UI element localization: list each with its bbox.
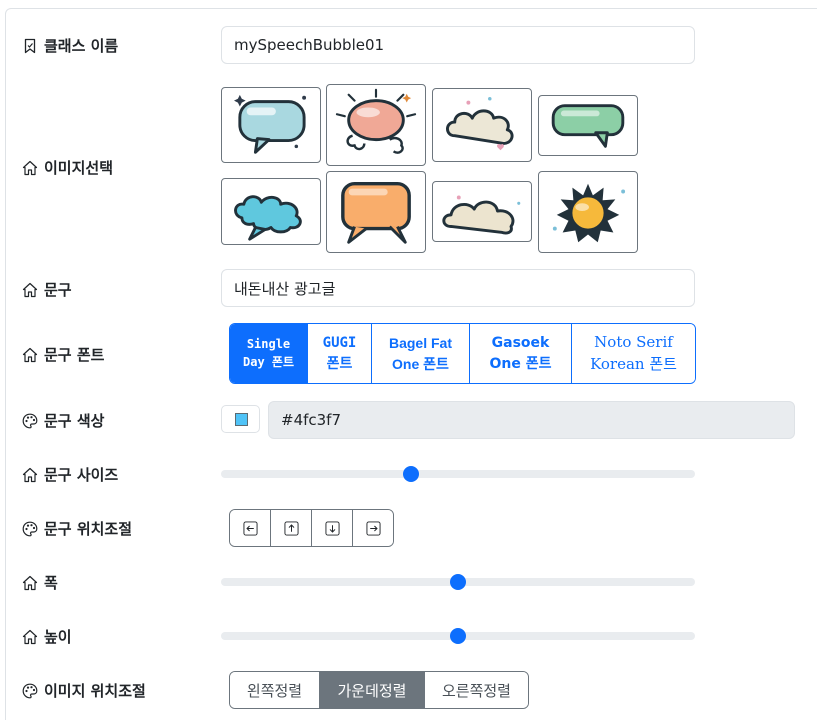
phrase-position-label: 문구 위치조절 [22, 518, 132, 539]
phrase-font-label-text: 문구 폰트 [44, 346, 105, 364]
arrow-up-icon [284, 521, 299, 536]
align-right-label: 오른쪽정렬 [441, 681, 511, 700]
arrow-left-icon [243, 521, 258, 536]
house-icon [22, 575, 38, 591]
bubble-option-2[interactable] [326, 84, 426, 166]
align-right-button[interactable]: 오른쪽정렬 [424, 672, 528, 708]
font-option-single-day[interactable]: Single Day 폰트 [230, 324, 307, 383]
arrow-right-icon [366, 521, 381, 536]
house-icon [22, 629, 38, 645]
bubble-cream-cloud-image [446, 96, 514, 151]
width-label-text: 폭 [44, 574, 58, 592]
phrase-size-label: 문구 사이즈 [22, 464, 118, 485]
align-center-button[interactable]: 가운데정렬 [319, 672, 424, 708]
font-option-line2: Day 폰트 [243, 354, 294, 369]
bubble-yellow-burst-image [552, 183, 626, 243]
class-name-label-text: 클래스 이름 [44, 37, 119, 55]
color-hex-field: #4fc3f7 [268, 401, 795, 439]
palette-icon [22, 683, 38, 699]
image-select-label-text: 이미지선택 [44, 159, 114, 177]
bubble-orange-rect-image [341, 182, 411, 244]
height-slider[interactable] [221, 628, 695, 644]
bubble-option-6[interactable] [326, 171, 426, 253]
bookmark-icon [22, 38, 38, 54]
image-position-label-text: 이미지 위치조절 [44, 682, 146, 700]
bubble-pink-burst-image [335, 88, 417, 154]
phrase-color-label-text: 문구 색상 [44, 412, 105, 430]
font-option-gugi[interactable]: GUGI 폰트 [307, 324, 371, 383]
palette-icon [22, 521, 38, 537]
font-option-line1: Single [246, 337, 291, 352]
font-option-line1: GUGI [322, 335, 357, 352]
font-option-bagel-fat-one[interactable]: Bagel Fat One 폰트 [371, 324, 469, 383]
image-align-button-group: 왼쪽정렬 가운데정렬 오른쪽정렬 [229, 671, 529, 709]
font-option-line2: Korean 폰트 [590, 354, 677, 373]
phrase-font-button-group: Single Day 폰트 GUGI 폰트 Bagel Fat One 폰트 G… [229, 323, 696, 384]
phrase-label: 문구 [22, 279, 72, 300]
image-select-label: 이미지선택 [22, 157, 113, 178]
palette-icon [22, 413, 38, 429]
slider-thumb[interactable] [450, 574, 466, 590]
color-picker-button[interactable] [221, 405, 260, 433]
font-option-line1: Noto Serif [594, 332, 673, 351]
align-left-button[interactable]: 왼쪽정렬 [230, 672, 319, 708]
bubble-option-4[interactable] [538, 95, 638, 156]
image-position-label: 이미지 위치조절 [22, 680, 146, 701]
house-icon [22, 282, 38, 298]
move-left-button[interactable] [230, 510, 270, 546]
bubble-green-rect-image [551, 104, 625, 148]
phrase-font-label: 문구 폰트 [22, 344, 104, 365]
font-option-gasoek-one[interactable]: Gasoek One 폰트 [469, 324, 571, 383]
house-icon [22, 160, 38, 176]
arrow-down-icon [325, 521, 340, 536]
bubble-beige-cloud-image [442, 195, 521, 235]
phrase-size-label-text: 문구 사이즈 [44, 466, 119, 484]
color-hex-value: #4fc3f7 [281, 411, 342, 429]
phrase-position-buttons [229, 509, 394, 547]
move-up-button[interactable] [270, 510, 311, 546]
font-option-line1: Bagel Fat [388, 335, 452, 352]
font-option-line2: 폰트 [326, 355, 353, 372]
slider-thumb[interactable] [450, 628, 466, 644]
phrase-input[interactable]: 내돈내산 광고글 [221, 269, 695, 307]
bubble-option-1[interactable] [221, 87, 321, 163]
bubble-blue-rounded-image [234, 94, 307, 154]
font-option-noto-serif-korean[interactable]: Noto Serif Korean 폰트 [571, 324, 695, 383]
class-name-value: mySpeechBubble01 [234, 36, 385, 54]
font-option-line2: One 폰트 [392, 355, 449, 372]
color-swatch [235, 413, 248, 426]
slider-thumb[interactable] [402, 466, 419, 482]
phrase-value: 내돈내산 광고글 [234, 279, 336, 298]
move-right-button[interactable] [352, 510, 393, 546]
align-left-label: 왼쪽정렬 [246, 681, 303, 700]
phrase-position-label-text: 문구 위치조절 [44, 520, 133, 538]
width-slider[interactable] [221, 574, 695, 590]
font-option-line1: Gasoek [491, 335, 550, 352]
font-option-line2: One 폰트 [489, 355, 552, 372]
house-icon [22, 467, 38, 483]
bubble-option-7[interactable] [432, 181, 532, 242]
width-label: 폭 [22, 572, 58, 593]
move-down-button[interactable] [311, 510, 352, 546]
bubble-cyan-cloud-image [234, 195, 302, 241]
phrase-size-slider[interactable] [221, 466, 695, 482]
phrase-color-label: 문구 색상 [22, 410, 104, 431]
bubble-option-8[interactable] [538, 171, 638, 253]
class-name-input[interactable]: mySpeechBubble01 [221, 26, 695, 64]
house-icon [22, 347, 38, 363]
bubble-option-3[interactable] [432, 88, 532, 162]
height-label-text: 높이 [44, 628, 72, 646]
height-label: 높이 [22, 626, 72, 647]
phrase-label-text: 문구 [44, 281, 72, 299]
class-name-label: 클래스 이름 [22, 35, 118, 56]
bubble-option-5[interactable] [221, 178, 321, 245]
align-center-label: 가운데정렬 [337, 681, 407, 700]
